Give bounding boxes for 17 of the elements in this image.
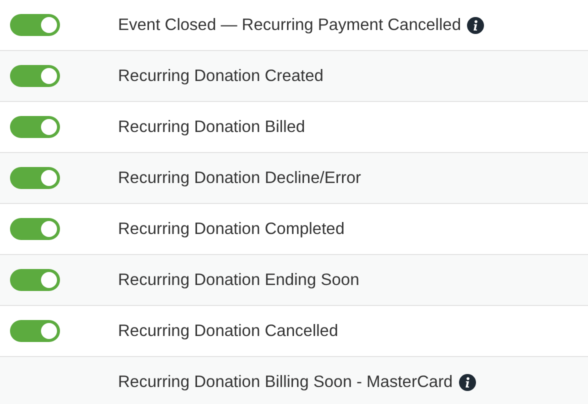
notification-label: Recurring Donation Ending Soon (118, 270, 360, 290)
info-icon[interactable] (458, 374, 476, 390)
notification-label: Event Closed — Recurring Payment Cancelled (118, 16, 461, 34)
notification-label: Recurring Donation Decline/Error (118, 168, 362, 188)
toggle-switch[interactable] (10, 320, 60, 342)
notification-label: Recurring Donation Created (118, 66, 324, 86)
toggle-switch[interactable] (10, 167, 60, 189)
toggle-switch[interactable] (10, 116, 60, 138)
toggle-switch[interactable] (10, 218, 60, 240)
toggle-switch[interactable] (10, 14, 60, 36)
notification-label: Recurring Donation Billing Soon - MasterCard (118, 372, 453, 392)
notification-label: Recurring Donation Billed (118, 118, 306, 136)
info-icon[interactable] (467, 16, 484, 34)
toggle-switch[interactable] (10, 269, 60, 291)
toggle-switch[interactable] (10, 65, 60, 87)
notification-label: Recurring Donation Completed (118, 220, 345, 238)
notification-label: Recurring Donation Cancelled (118, 322, 338, 340)
